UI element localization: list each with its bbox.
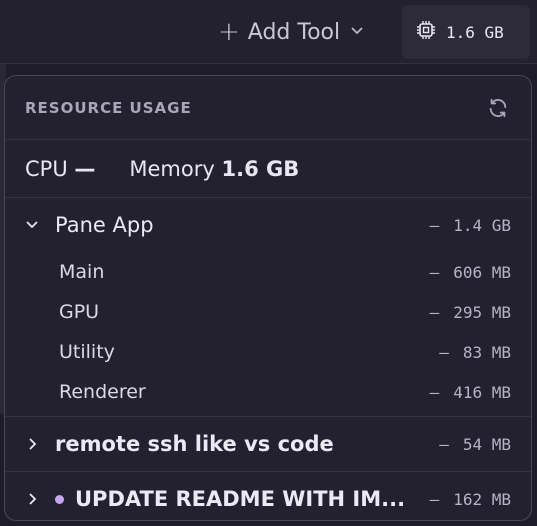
process-row: GPU – 295 MB (5, 292, 531, 332)
plus-icon: + (218, 17, 240, 47)
process-group-name: remote ssh like vs code (55, 432, 334, 456)
status-dot (55, 494, 64, 504)
cpu-value: — (74, 156, 96, 181)
top-toolbar: + Add Tool 1.6 GB (0, 0, 537, 64)
process-name: Utility (59, 341, 115, 363)
memory-usage-button[interactable]: 1.6 GB (402, 5, 530, 59)
process-group-row[interactable]: remote ssh like vs code – 54 MB (5, 417, 531, 471)
process-memory: 83 MB (462, 342, 511, 362)
memory-summary: Memory 1.6 GB (129, 157, 299, 181)
process-name: Renderer (59, 381, 146, 403)
chevron-right-icon[interactable] (25, 492, 39, 506)
process-group: remote ssh like vs code – 54 MB (5, 417, 531, 472)
cpu-dash: – (439, 434, 449, 454)
chip-icon (416, 20, 436, 44)
process-memory: 54 MB (462, 434, 511, 454)
process-row: Utility – 83 MB (5, 332, 531, 372)
cpu-dash: – (429, 489, 440, 509)
memory-label: Memory (129, 156, 215, 181)
process-memory: 162 MB (453, 489, 511, 509)
process-memory: 1.4 GB (453, 215, 511, 235)
popover-header: RESOURCE USAGE (5, 76, 531, 140)
process-group-name: Pane App (55, 213, 154, 237)
process-name: Main (59, 261, 105, 283)
process-group-row[interactable]: Pane App – 1.4 GB (5, 198, 531, 252)
resource-usage-popover: RESOURCE USAGE CPU — Memory 1.6 GB Pane … (4, 75, 532, 521)
process-memory: 606 MB (453, 262, 511, 282)
memory-value: 1.6 GB (221, 156, 300, 181)
popover-title: RESOURCE USAGE (25, 98, 192, 117)
process-name: GPU (59, 301, 100, 323)
chevron-down-icon (350, 24, 364, 40)
usage-summary: CPU — Memory 1.6 GB (5, 140, 531, 198)
process-row: Renderer – 416 MB (5, 372, 531, 412)
process-group-row[interactable]: UPDATE README WITH IM... – 162 MB (5, 472, 531, 520)
cpu-dash: – (429, 382, 440, 402)
chevron-down-icon[interactable] (25, 218, 39, 232)
process-memory: 416 MB (453, 382, 511, 402)
process-group-name: UPDATE README WITH IM... (75, 487, 406, 511)
cpu-dash: – (429, 262, 440, 282)
cpu-dash: – (429, 215, 440, 235)
process-group: Pane App – 1.4 GB Main – 606 MB GPU – 29… (5, 198, 531, 417)
process-group: UPDATE README WITH IM... – 162 MB (5, 472, 531, 520)
cpu-dash: – (429, 302, 440, 322)
cpu-summary: CPU — (25, 157, 95, 181)
chevron-right-icon[interactable] (25, 437, 39, 451)
process-memory: 295 MB (453, 302, 511, 322)
add-tool-label: Add Tool (247, 19, 341, 45)
memory-button-value: 1.6 GB (446, 22, 504, 42)
refresh-icon[interactable] (485, 95, 511, 121)
cpu-dash: – (439, 342, 449, 362)
add-tool-button[interactable]: + Add Tool (218, 17, 364, 47)
process-row: Main – 606 MB (5, 252, 531, 292)
cpu-label: CPU (25, 156, 68, 181)
